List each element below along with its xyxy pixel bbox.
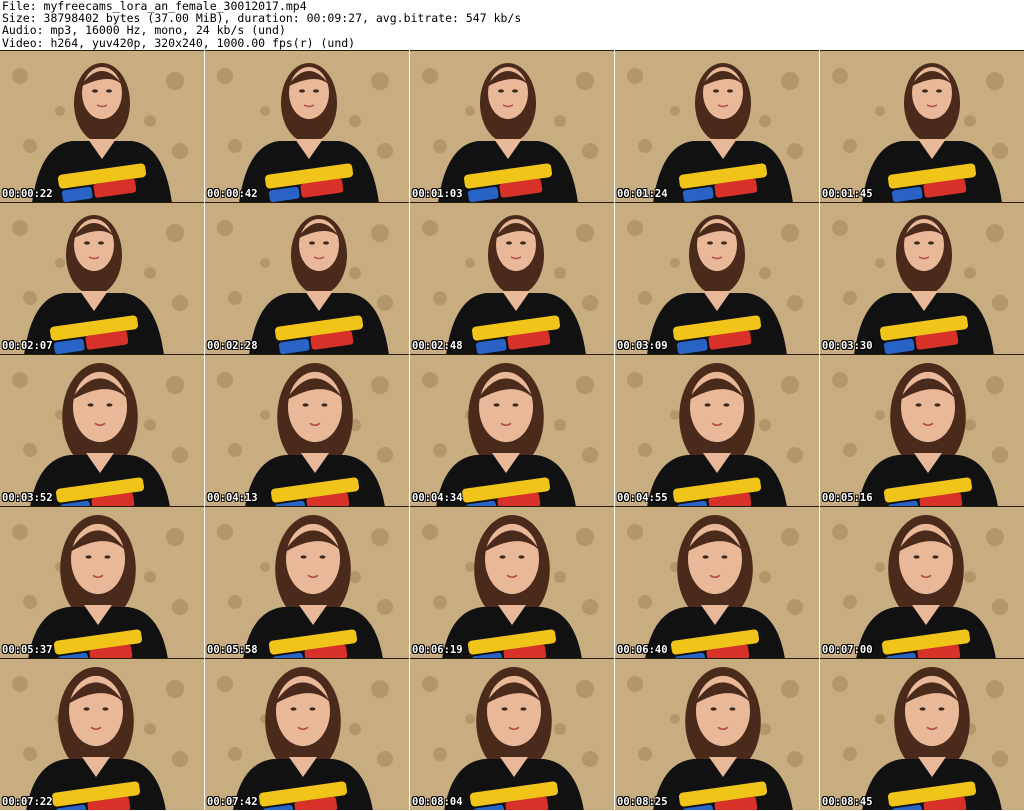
video-thumbnail: 00:08:25 (615, 658, 819, 810)
thumbnail-timestamp: 00:01:03 (412, 188, 463, 200)
webcam-frame-image (820, 507, 1024, 658)
thumbnail-timestamp: 00:04:34 (412, 492, 463, 504)
video-thumbnail: 00:02:07 (0, 202, 204, 354)
webcam-frame-image (410, 203, 614, 354)
thumbnail-timestamp: 00:04:55 (617, 492, 668, 504)
webcam-frame-image (410, 507, 614, 658)
webcam-frame-image (0, 507, 204, 658)
thumbnail-timestamp: 00:03:52 (2, 492, 53, 504)
webcam-frame-image (820, 355, 1024, 506)
thumbnail-grid: 00:00:22 00:00:42 00:01:03 00:01:24 00:01:45… (0, 50, 1024, 811)
webcam-frame-image (410, 355, 614, 506)
video-thumbnail: 00:03:52 (0, 354, 204, 506)
webcam-frame-image (410, 51, 614, 202)
thumbnail-timestamp: 00:03:30 (822, 340, 873, 352)
video-thumbnail: 00:01:45 (820, 50, 1024, 202)
video-thumbnail: 00:05:37 (0, 506, 204, 658)
thumbnail-timestamp: 00:00:22 (2, 188, 53, 200)
webcam-frame-image (615, 203, 819, 354)
thumbnail-timestamp: 00:00:42 (207, 188, 258, 200)
thumbnail-timestamp: 00:07:22 (2, 796, 53, 808)
webcam-frame-image (0, 203, 204, 354)
video-thumbnail: 00:02:28 (205, 202, 409, 354)
video-thumbnail: 00:03:30 (820, 202, 1024, 354)
webcam-frame-image (615, 51, 819, 202)
video-thumbnail: 00:04:13 (205, 354, 409, 506)
webcam-frame-image (820, 659, 1024, 810)
thumbnail-timestamp: 00:06:19 (412, 644, 463, 656)
webcam-frame-image (615, 507, 819, 658)
thumbnail-timestamp: 00:06:40 (617, 644, 668, 656)
video-thumbnail: 00:01:03 (410, 50, 614, 202)
webcam-frame-image (0, 355, 204, 506)
webcam-frame-image (615, 355, 819, 506)
thumbnail-timestamp: 00:08:04 (412, 796, 463, 808)
thumbnail-timestamp: 00:08:25 (617, 796, 668, 808)
video-thumbnail: 00:08:45 (820, 658, 1024, 810)
thumbnail-timestamp: 00:01:24 (617, 188, 668, 200)
thumbnail-timestamp: 00:02:48 (412, 340, 463, 352)
thumbnail-timestamp: 00:07:42 (207, 796, 258, 808)
thumbnail-timestamp: 00:03:09 (617, 340, 668, 352)
audio-info-line: Audio: mp3, 16000 Hz, mono, 24 kb/s (und… (2, 23, 286, 38)
video-thumbnail: 00:04:34 (410, 354, 614, 506)
video-thumbnail: 00:07:22 (0, 658, 204, 810)
video-thumbnail: 00:08:04 (410, 658, 614, 810)
video-thumbnail: 00:07:00 (820, 506, 1024, 658)
thumbnail-timestamp: 00:08:45 (822, 796, 873, 808)
video-thumbnail: 00:02:48 (410, 202, 614, 354)
video-thumbnail: 00:00:22 (0, 50, 204, 202)
video-thumbnail: 00:05:58 (205, 506, 409, 658)
webcam-frame-image (205, 507, 409, 658)
video-thumbnail: 00:07:42 (205, 658, 409, 810)
webcam-frame-image (820, 51, 1024, 202)
webcam-frame-image (0, 51, 204, 202)
thumbnail-timestamp: 00:07:00 (822, 644, 873, 656)
webcam-frame-image (0, 659, 204, 810)
thumbnail-timestamp: 00:05:58 (207, 644, 258, 656)
video-thumbnail: 00:04:55 (615, 354, 819, 506)
video-thumbnail: 00:01:24 (615, 50, 819, 202)
webcam-frame-image (410, 659, 614, 810)
video-thumbnail: 00:00:42 (205, 50, 409, 202)
thumbnail-timestamp: 00:04:13 (207, 492, 258, 504)
thumbnail-timestamp: 00:02:28 (207, 340, 258, 352)
thumbnail-timestamp: 00:01:45 (822, 188, 873, 200)
webcam-frame-image (205, 355, 409, 506)
thumbnail-timestamp: 00:05:16 (822, 492, 873, 504)
thumbnail-timestamp: 00:05:37 (2, 644, 53, 656)
webcam-frame-image (820, 203, 1024, 354)
video-thumbnail: 00:03:09 (615, 202, 819, 354)
webcam-frame-image (205, 51, 409, 202)
video-thumbnail: 00:06:19 (410, 506, 614, 658)
webcam-frame-image (205, 659, 409, 810)
video-thumbnail: 00:06:40 (615, 506, 819, 658)
video-info-line: Video: h264, yuv420p, 320x240, 1000.00 f… (2, 35, 356, 50)
webcam-frame-image (205, 203, 409, 354)
thumbnail-timestamp: 00:02:07 (2, 340, 53, 352)
video-thumbnail: 00:05:16 (820, 354, 1024, 506)
file-info-header: File: myfreecams_lora_an_female_30012017… (2, 0, 1022, 50)
webcam-frame-image (615, 659, 819, 810)
